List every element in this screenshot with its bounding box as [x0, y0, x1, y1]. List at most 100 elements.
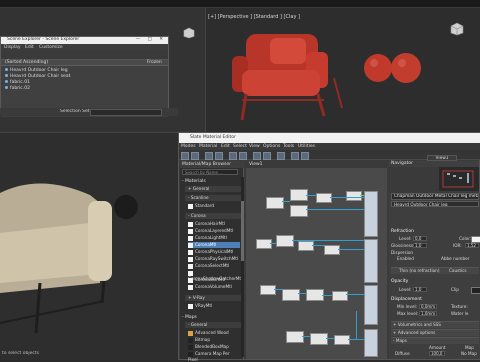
material-item[interactable]: CoronaShadowCatcherMtl: [188, 270, 242, 281]
menu-edit[interactable]: Edit: [221, 144, 230, 149]
material-item[interactable]: CoronaLayeredMtl: [188, 228, 240, 234]
volumetrics-rollout[interactable]: + Volumetrics and SSS: [391, 321, 479, 328]
menu-material[interactable]: Material: [199, 144, 217, 149]
material-item-selected[interactable]: CoronaMtl: [188, 242, 240, 248]
section-materials[interactable]: - Materials: [182, 179, 206, 184]
list-item[interactable]: Heavrd Outdoor Chair seat: [5, 74, 70, 79]
thin-refraction-row[interactable]: Thin (no refraction) Caustics: [391, 267, 479, 274]
list-item[interactable]: Heavrd Outdoor Chair leg: [5, 68, 68, 73]
dispersion-enabled-checkbox[interactable]: Enabled: [397, 256, 414, 261]
viewcube-icon[interactable]: [181, 27, 197, 39]
slate-material-editor-window[interactable]: Slate Material Editor Modes Material Edi…: [178, 132, 480, 362]
map-item[interactable]: Bitmap: [188, 337, 240, 343]
assign-material-icon[interactable]: [205, 152, 213, 160]
maps-rollout[interactable]: - Maps: [391, 337, 479, 344]
window-controls[interactable]: — □ ✕: [136, 37, 166, 42]
map-node[interactable]: [298, 241, 314, 251]
hide-unused-icon[interactable]: [291, 152, 299, 160]
map-node[interactable]: [290, 205, 308, 217]
material-node[interactable]: [364, 239, 378, 283]
material-item[interactable]: CoronaSelectMtl: [188, 263, 240, 269]
diffuse-map-checkbox[interactable]: Diffuse: [395, 351, 410, 356]
node-graph-view[interactable]: View1: [246, 161, 387, 359]
refraction-level-value[interactable]: 0,0: [413, 236, 427, 241]
map-node[interactable]: [266, 197, 284, 209]
material-item-standard[interactable]: Standard: [188, 203, 240, 209]
menu-modes[interactable]: Modes: [181, 144, 196, 149]
zoom-extents-icon[interactable]: [301, 152, 309, 160]
perspective-viewport-label[interactable]: [+] [Perspective ] [Standard ] [Clay ]: [208, 14, 300, 20]
map-item[interactable]: Camera Map Per Pixel: [188, 351, 240, 362]
map-node[interactable]: [256, 239, 272, 249]
map-node[interactable]: [286, 331, 304, 343]
section-general[interactable]: + General: [185, 186, 241, 192]
perspective-viewport[interactable]: [205, 8, 480, 132]
opacity-level-value[interactable]: 1,0: [413, 287, 427, 292]
view-tab[interactable]: View1: [246, 161, 387, 168]
material-parameters-panel[interactable]: Chapman Outdoor Metal Chair leg metal He…: [389, 193, 480, 359]
refraction-color-swatch[interactable]: [471, 236, 480, 243]
background-icon[interactable]: [239, 152, 247, 160]
material-node[interactable]: [364, 285, 378, 325]
navigator-preview[interactable]: [439, 167, 479, 191]
material-map-browser[interactable]: Material/Map Browser Search by Name ... …: [180, 161, 244, 362]
section-vray[interactable]: + V-Ray: [185, 295, 241, 301]
map-node[interactable]: [316, 193, 332, 203]
select-tool-icon[interactable]: [181, 152, 189, 160]
scene-explorer-titlebar[interactable]: Scene Explorer - Scene Explorer — □ ✕: [1, 37, 168, 44]
reset-icon[interactable]: [215, 152, 223, 160]
material-node[interactable]: [364, 329, 378, 357]
min-level-value[interactable]: 0,0mm: [419, 304, 437, 309]
menu-customize[interactable]: Customize: [39, 45, 63, 50]
browser-scrollbar-thumb[interactable]: [241, 201, 244, 261]
advanced-options-rollout[interactable]: + Advanced options: [391, 329, 479, 336]
map-node[interactable]: [332, 291, 348, 301]
material-node[interactable]: [364, 191, 378, 237]
map-node[interactable]: [310, 333, 328, 345]
menu-edit[interactable]: Edit: [25, 45, 34, 50]
diffuse-amount[interactable]: 100,0: [429, 351, 445, 356]
layout-icon[interactable]: [253, 152, 261, 160]
list-item[interactable]: fabric.01: [5, 80, 30, 85]
menu-view[interactable]: View: [249, 144, 260, 149]
map-node[interactable]: [334, 335, 350, 345]
menu-select[interactable]: Select: [233, 144, 247, 149]
menu-tools[interactable]: Tools: [283, 144, 294, 149]
material-item[interactable]: CoronaVolumeMtl: [188, 284, 240, 290]
column-frozen[interactable]: Frozen: [147, 60, 162, 65]
map-node[interactable]: [346, 191, 362, 201]
material-editor-titlebar[interactable]: Slate Material Editor: [179, 133, 480, 143]
material-item[interactable]: CoronaHairMtl: [188, 221, 240, 227]
map-item[interactable]: BlendedBoxMap: [188, 344, 240, 350]
material-item[interactable]: CoronaRaySwitchMtl: [188, 256, 240, 262]
browser-search-input[interactable]: Search by Name ...: [182, 169, 238, 175]
material-item[interactable]: CoronaSkinMtl: [188, 277, 240, 283]
move-children-icon[interactable]: [277, 152, 285, 160]
viewcube-icon[interactable]: [448, 22, 466, 36]
list-item[interactable]: fabric.02: [5, 86, 30, 91]
section-maps[interactable]: - Maps: [182, 315, 197, 320]
menu-display[interactable]: Display: [4, 45, 21, 50]
ior-value[interactable]: 1,52: [465, 243, 479, 248]
pick-material-icon[interactable]: [191, 152, 199, 160]
navigator-panel[interactable]: Navigator: [389, 161, 479, 191]
map-node[interactable]: [276, 235, 294, 247]
layout-children-icon[interactable]: [263, 152, 271, 160]
column-name[interactable]: (Sorted Ascending): [5, 60, 48, 65]
material-item-vraymtl[interactable]: VRayMtl: [188, 303, 240, 309]
selection-set-dropdown[interactable]: [90, 109, 162, 116]
show-map-icon[interactable]: [229, 152, 237, 160]
scene-explorer-window[interactable]: Scene Explorer - Scene Explorer — □ ✕ Di…: [0, 36, 169, 117]
material-item[interactable]: CoronaPhysicalMtl: [188, 249, 240, 255]
section-scanline[interactable]: - Scanline: [185, 195, 241, 201]
left-bottom-viewport[interactable]: [0, 132, 178, 360]
opacity-color-swatch[interactable]: [471, 287, 480, 294]
menu-options[interactable]: Options: [263, 144, 280, 149]
glossiness-value[interactable]: 1,0: [413, 243, 427, 248]
menu-utilities[interactable]: Utilities: [298, 144, 315, 149]
material-name-field[interactable]: Heavrd Outdoor Chair leg: [391, 201, 479, 207]
section-maps-general[interactable]: - General: [185, 322, 241, 328]
map-node[interactable]: [260, 285, 276, 295]
map-item[interactable]: Advanced Wood: [188, 330, 240, 336]
material-item[interactable]: CoronaLightMtl: [188, 235, 240, 241]
